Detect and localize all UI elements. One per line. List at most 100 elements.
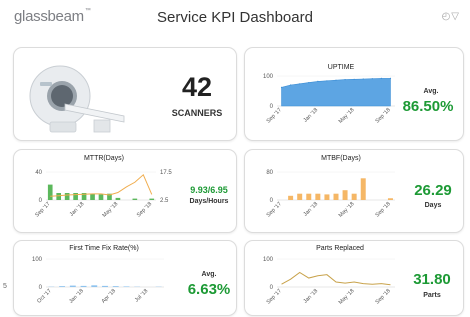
mttr-bar: [149, 198, 155, 200]
ftfr-bar: [59, 286, 66, 287]
mtbf-bar: [324, 194, 330, 200]
x-tick-label: May '18: [338, 107, 356, 125]
mtbf-bar: [342, 190, 348, 200]
y-tick-label: 0: [270, 104, 274, 110]
mttr-bar: [56, 193, 62, 200]
ct-scanner-image: [29, 65, 125, 133]
uptime-point: [380, 77, 382, 79]
x-tick-label: Sep '17: [266, 201, 283, 218]
uptime-point: [308, 82, 310, 84]
parts-unit: Parts: [423, 292, 441, 299]
scanner-label: SCANNERS: [171, 108, 223, 118]
x-tick-label: Sep '18: [136, 201, 153, 218]
y-tick-label: 80: [266, 170, 273, 176]
x-tick-label: Jan '18: [303, 107, 320, 124]
x-tick-label: Apr '18: [101, 288, 117, 304]
y-tick-label: 100: [263, 74, 274, 80]
y2-tick-label: 17.5: [160, 170, 172, 176]
mttr-value: 9.93/6.95: [190, 185, 228, 195]
mtbf-bar: [288, 195, 294, 200]
x-tick-label: May '18: [338, 288, 356, 306]
mttr-bar: [64, 193, 70, 200]
x-tick-label: Jan '18: [303, 288, 320, 305]
parts-line: [281, 271, 391, 286]
uptime-point: [371, 78, 373, 80]
ftfr-bar: [123, 286, 130, 287]
mtbf-bar: [333, 193, 339, 200]
y-tick-label: 0: [270, 285, 274, 291]
x-tick-label: Sep '17: [266, 107, 283, 124]
ftfr-bar: [69, 285, 76, 287]
parts-card[interactable]: Parts Replaced 0 100 Sep '17 Jan '18 May '18…: [244, 240, 464, 316]
mtbf-card[interactable]: MTBF(Days) 0 80 Sep '17 Jan '18 May '18 Sep '…: [244, 149, 464, 233]
x-tick-label: Jan '18: [69, 201, 86, 218]
mtbf-chart: 0 80 Sep '17 Jan '18 May '18 Sep '18: [266, 170, 395, 219]
mttr-bar: [47, 184, 53, 200]
mtbf-value: 26.29: [414, 182, 452, 199]
y2-tick-label: 2.5: [160, 198, 169, 204]
uptime-point: [389, 77, 392, 79]
x-tick-label: Sep '18: [375, 201, 392, 218]
filter-icon[interactable]: ▽: [451, 11, 460, 22]
y-tick-label: 0: [270, 198, 274, 204]
y-tick-label: 100: [32, 257, 43, 263]
uptime-point: [317, 80, 319, 82]
uptime-card[interactable]: UPTIME 0 100 Sep '17 Jan '18 May '18 Sep '18 …: [244, 47, 464, 141]
uptime-point: [362, 78, 364, 80]
mttr-bar: [98, 194, 104, 200]
ftfr-bar: [91, 285, 98, 287]
uptime-point: [290, 84, 292, 86]
ftfr-avg-value: 6.63%: [187, 281, 231, 298]
scanners-card[interactable]: 42 SCANNERS: [13, 47, 237, 141]
ftfr-avg-label: Avg.: [201, 271, 217, 278]
ftfr-chart: 0100Oct '17 Jan '18 Apr '18 Jul '18: [32, 257, 164, 305]
header-icons: ◴▽: [442, 11, 460, 22]
mtbf-bar: [297, 193, 303, 200]
x-tick-label: Sep '17: [34, 201, 51, 218]
uptime-chart: 0 100 Sep '17 Jan '18 May '18 Sep '18: [263, 74, 395, 125]
x-tick-label: Jan '18: [68, 288, 85, 305]
uptime-point: [353, 78, 355, 80]
mtbf-bar: [360, 178, 366, 200]
y-tick-label: 40: [35, 170, 42, 176]
page-title: Service KPI Dashboard: [157, 9, 313, 26]
x-tick-label: Jan '18: [303, 201, 320, 218]
x-tick-label: Sep '18: [375, 107, 392, 124]
mttr-chart: 0 40 2.5 17.5 Sep '17 Jan '18 May '18 Sep '18: [34, 170, 172, 219]
ftfr-bar: [102, 285, 108, 287]
x-tick-label: Sep '17: [266, 288, 283, 305]
mttr-unit: Days/Hours: [189, 198, 229, 205]
ftfr-card[interactable]: First Time Fix Rate(%) 0 100 Oct '17 Jan '1…: [13, 240, 237, 316]
mtbf-unit: Days: [424, 202, 442, 209]
y-tick-label: 100: [263, 257, 274, 263]
mttr-bar: [90, 193, 95, 200]
uptime-area: [281, 78, 391, 107]
mttr-card[interactable]: MTTR(Days) 0 40 2.5 17.5 Sep '17 Jan '18 May '…: [13, 149, 237, 233]
ftfr-bar: [80, 285, 87, 287]
x-tick-label: Sep '18: [375, 288, 392, 305]
y-tick-label: 0: [39, 285, 43, 291]
mtbf-bar: [315, 193, 321, 200]
edge-mark: 5: [3, 283, 7, 290]
scanner-count: 42: [181, 72, 213, 102]
uptime-avg-label: Avg.: [423, 88, 439, 95]
x-tick-label: May '18: [338, 201, 356, 219]
y-tick-label: 0: [39, 198, 43, 204]
uptime-point: [280, 86, 283, 88]
mttr-bar: [132, 198, 138, 200]
uptime-point: [344, 79, 346, 81]
parts-chart: 0 100 Sep '17 Jan '18 May '18 Sep '18: [263, 257, 395, 306]
parts-value: 31.80: [413, 271, 451, 288]
uptime-point: [335, 79, 337, 81]
uptime-point: [299, 83, 301, 85]
mtbf-bar: [351, 193, 357, 200]
ftfr-bar: [112, 286, 119, 287]
mtbf-bar: [306, 193, 312, 200]
clock-icon[interactable]: ◴: [442, 11, 452, 22]
uptime-point: [326, 80, 328, 82]
x-tick-label: May '18: [102, 201, 120, 219]
mttr-bar: [115, 197, 121, 200]
uptime-avg-value: 86.50%: [402, 98, 454, 115]
mtbf-bar: [387, 198, 393, 200]
x-tick-label: Jul '18: [134, 288, 149, 303]
